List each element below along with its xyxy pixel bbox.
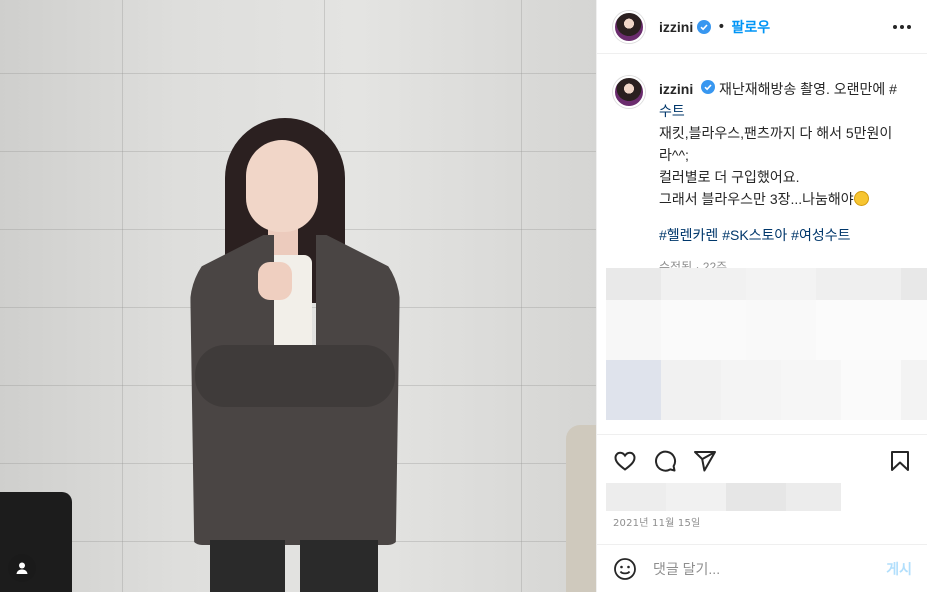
- post-header: izzini • 팔로우: [597, 0, 927, 54]
- person-arms: [195, 345, 395, 407]
- caption-username[interactable]: izzini: [659, 81, 693, 97]
- person-hand: [258, 262, 292, 300]
- share-icon[interactable]: [693, 449, 717, 473]
- blurred-likes: [606, 483, 841, 511]
- heart-icon[interactable]: [613, 449, 637, 473]
- person-face: [246, 140, 318, 232]
- bookmark-icon[interactable]: [888, 449, 912, 473]
- caption-line-2[interactable]: 수트: [659, 100, 911, 122]
- comment-bar: 게시: [597, 544, 927, 592]
- post-sidebar: izzini • 팔로우 izzini 재난재해방송 촬영. 오랜만에 # 수트…: [596, 0, 927, 592]
- header-username[interactable]: izzini: [659, 19, 693, 35]
- chair-right: [566, 425, 596, 592]
- post-comment-button[interactable]: 게시: [886, 559, 912, 579]
- laughing-emoji-icon: [853, 191, 869, 206]
- separator-dot: •: [717, 18, 726, 35]
- caption-line-5: 컬러별로 더 구입했어요.: [659, 169, 800, 185]
- avatar[interactable]: [613, 10, 645, 43]
- post-photo[interactable]: [0, 0, 596, 592]
- caption-hashtags[interactable]: #헬렌카렌 #SK스토아 #여성수트: [659, 224, 911, 246]
- user-tag-icon[interactable]: [8, 554, 36, 582]
- caption-line-6: 그래서 블라우스만 3장...나눔해야: [659, 191, 854, 207]
- blurred-comments: [606, 268, 927, 420]
- caption-avatar[interactable]: [613, 76, 645, 108]
- comment-input[interactable]: [653, 560, 887, 577]
- caption-line-4: 라^^;: [659, 147, 689, 163]
- user-tag-glyph: [16, 562, 28, 574]
- verified-badge-icon: [701, 80, 716, 94]
- caption-body: izzini 재난재해방송 촬영. 오랜만에 # 수트 재킷,블라우스,팬츠까지…: [659, 78, 911, 278]
- caption-line-3: 재킷,블라우스,팬츠까지 다 해서 5만원이: [659, 125, 893, 141]
- caption: izzini 재난재해방송 촬영. 오랜만에 # 수트 재킷,블라우스,팬츠까지…: [597, 54, 927, 288]
- comment-icon[interactable]: [653, 449, 677, 473]
- verified-badge-icon: [697, 19, 712, 34]
- action-bar: [597, 434, 927, 486]
- follow-button[interactable]: 팔로우: [732, 17, 771, 37]
- post-date[interactable]: 2021년 11월 15일: [613, 514, 700, 529]
- person-leg-left: [210, 540, 285, 592]
- caption-line-1: 재난재해방송 촬영. 오랜만에 #: [719, 81, 897, 97]
- smiley-icon[interactable]: [613, 557, 637, 581]
- person-leg-right: [300, 540, 378, 592]
- more-options-icon[interactable]: [893, 24, 911, 29]
